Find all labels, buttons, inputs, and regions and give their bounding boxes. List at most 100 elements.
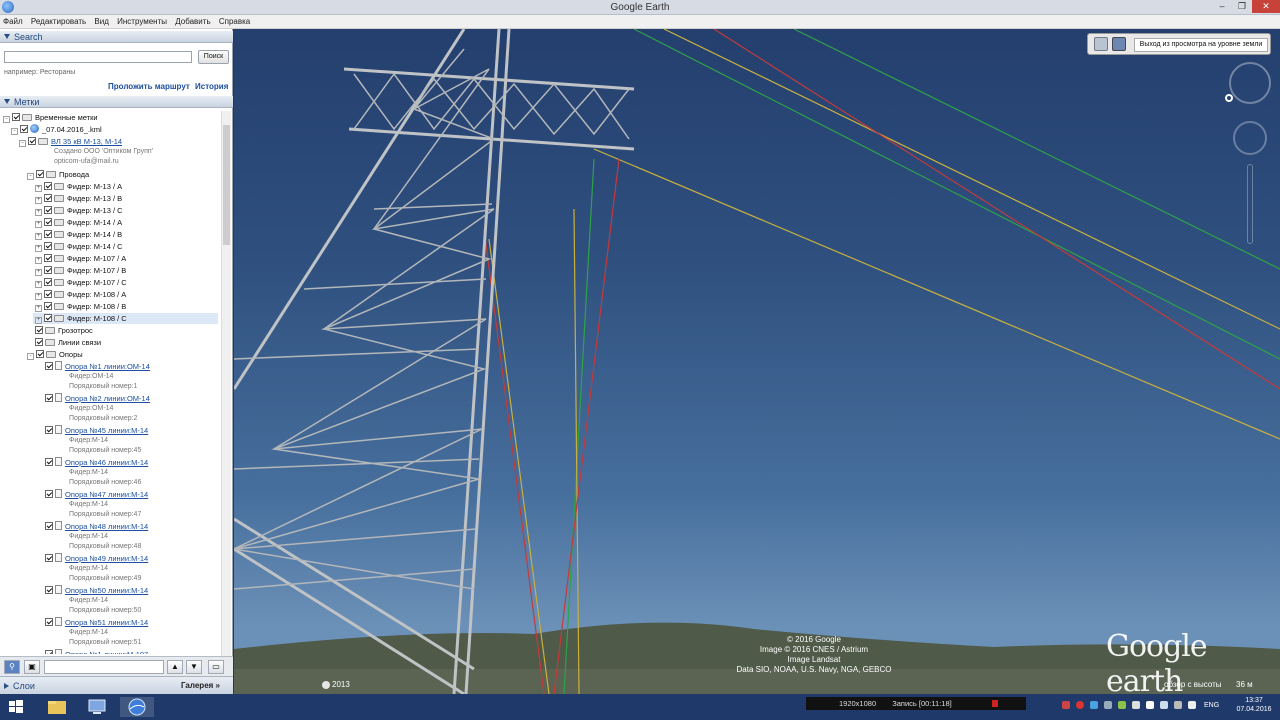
expand-plus-icon[interactable]: + (35, 293, 42, 300)
tray-icon[interactable] (1132, 701, 1140, 709)
expand-minus-icon[interactable]: - (19, 140, 26, 147)
tree-item-support[interactable]: Опора №50 линии:М-14 (45, 585, 148, 596)
expand-minus-icon[interactable]: - (3, 116, 10, 123)
tree-item-support[interactable]: Опора №47 линии:М-14 (45, 489, 148, 500)
menu-tools[interactable]: Инструменты (114, 15, 170, 29)
historical-imagery-icon[interactable] (322, 681, 330, 689)
tree-item-document[interactable]: - ВЛ 35 кВ М-13, М-14 (19, 136, 122, 147)
tree-item-ground-wire[interactable]: Грозотрос (35, 325, 93, 336)
support-link[interactable]: Опора №49 линии:М-14 (65, 554, 148, 563)
history-link[interactable]: История (195, 82, 228, 91)
expand-plus-icon[interactable]: + (35, 317, 42, 324)
exit-ground-view-button[interactable]: Выход из просмотра на уровне земли (1134, 38, 1268, 52)
tree-item-support[interactable]: Опора №1 линии:ОМ-14 (45, 361, 150, 372)
tree-item-feeder[interactable]: + Фидер: М-14 / B (35, 229, 122, 240)
tree-item-temporary[interactable]: - Временные метки (3, 112, 98, 123)
tree-item-feeder[interactable]: + Фидер: М-14 / C (35, 241, 123, 252)
tree-item-feeder[interactable]: + Фидер: М-108 / A (35, 289, 126, 300)
support-link[interactable]: Опора №1 линии:М-107 (65, 650, 148, 654)
tray-icon[interactable] (1118, 701, 1126, 709)
menu-help[interactable]: Справка (216, 15, 253, 29)
checkbox[interactable] (45, 618, 53, 626)
tree-item-kml[interactable]: - _07.04.2016_.kml (11, 124, 102, 135)
support-link[interactable]: Опора №51 линии:М-14 (65, 618, 148, 627)
maximize-button[interactable]: ❐ (1232, 0, 1252, 13)
checkbox[interactable] (44, 242, 52, 250)
expand-plus-icon[interactable]: + (35, 197, 42, 204)
windows-start-icon[interactable] (2, 697, 30, 717)
checkbox[interactable] (44, 182, 52, 190)
route-link[interactable]: Проложить маршрут (108, 82, 190, 91)
support-link[interactable]: Опора №47 линии:М-14 (65, 490, 148, 499)
look-joystick[interactable] (1229, 62, 1271, 104)
tree-item-feeder[interactable]: + Фидер: М-107 / B (35, 265, 126, 276)
flag-icon[interactable] (1146, 701, 1154, 709)
google-earth-taskbar-icon[interactable] (120, 697, 154, 717)
document-link[interactable]: ВЛ 35 кВ М-13, М-14 (51, 137, 122, 146)
system-clock[interactable]: 13:37 07.04.2016 (1230, 696, 1278, 714)
checkbox[interactable] (44, 194, 52, 202)
menu-add[interactable]: Добавить (172, 15, 213, 29)
gallery-button[interactable]: Галерея » (181, 677, 220, 695)
zoom-slider[interactable] (1247, 164, 1253, 244)
move-up-icon[interactable]: ▲ (167, 660, 183, 674)
checkbox[interactable] (44, 206, 52, 214)
expand-plus-icon[interactable]: + (35, 245, 42, 252)
tree-item-feeder[interactable]: + Фидер: М-107 / C (35, 277, 127, 288)
checkbox[interactable] (44, 254, 52, 262)
checkbox[interactable] (45, 522, 53, 530)
tree-folder-wires[interactable]: - Провода (27, 169, 89, 180)
tree-folder-supports[interactable]: - Опоры (27, 349, 83, 360)
support-link[interactable]: Опора №46 линии:М-14 (65, 458, 148, 467)
checkbox[interactable] (44, 314, 52, 322)
volume-icon[interactable] (1174, 701, 1182, 709)
checkbox[interactable] (35, 326, 43, 334)
search-panel-header[interactable]: Search (0, 31, 233, 43)
tree-item-feeder[interactable]: + Фидер: М-107 / A (35, 253, 126, 264)
language-indicator[interactable]: ENG (1204, 702, 1219, 709)
checkbox[interactable] (44, 302, 52, 310)
tray-icon[interactable] (1104, 701, 1112, 709)
tree-item-support[interactable]: Опора №51 линии:М-14 (45, 617, 148, 628)
expand-plus-icon[interactable]: + (35, 257, 42, 264)
checkbox[interactable] (36, 170, 44, 178)
tree-item-feeder[interactable]: + Фидер: М-13 / C (35, 205, 123, 216)
checkbox[interactable] (45, 554, 53, 562)
support-link[interactable]: Опора №50 линии:М-14 (65, 586, 148, 595)
search-input[interactable] (4, 51, 192, 63)
expand-plus-icon[interactable]: + (35, 221, 42, 228)
tree-item-support[interactable]: Опора №48 линии:М-14 (45, 521, 148, 532)
checkbox[interactable] (44, 278, 52, 286)
aerial-view-icon[interactable] (1112, 37, 1126, 51)
checkbox[interactable] (44, 230, 52, 238)
tree-item-support[interactable]: Опора №45 линии:М-14 (45, 425, 148, 436)
person-icon[interactable] (1094, 37, 1108, 51)
expand-minus-icon[interactable]: - (11, 128, 18, 135)
checkbox[interactable] (45, 586, 53, 594)
support-link[interactable]: Опора №45 линии:М-14 (65, 426, 148, 435)
search-button[interactable]: Поиск (198, 50, 229, 64)
network-icon[interactable] (1160, 701, 1168, 709)
tree-item-support[interactable]: Опора №1 линии:М-107 (45, 649, 148, 654)
tree-item-support[interactable]: Опора №49 линии:М-14 (45, 553, 148, 564)
compass-north-icon[interactable] (1225, 94, 1233, 102)
expand-plus-icon[interactable]: + (35, 209, 42, 216)
record-stop-icon[interactable] (992, 700, 998, 707)
expand-minus-icon[interactable]: - (27, 173, 34, 180)
earth-3d-view[interactable]: Выход из просмотра на уровне земли © 201… (234, 29, 1280, 694)
checkbox[interactable] (36, 350, 44, 358)
tree-item-feeder[interactable]: + Фидер: М-13 / A (35, 181, 122, 192)
expand-plus-icon[interactable]: + (35, 281, 42, 288)
tree-item-support[interactable]: Опора №2 линии:ОМ-14 (45, 393, 150, 404)
tree-item-feeder[interactable]: + Фидер: М-108 / B (35, 301, 126, 312)
checkbox[interactable] (20, 125, 28, 133)
battery-icon[interactable] (1188, 701, 1196, 709)
tray-icon[interactable] (1062, 701, 1070, 709)
expand-minus-icon[interactable]: - (27, 353, 34, 360)
menu-edit[interactable]: Редактировать (28, 15, 89, 29)
menu-view[interactable]: Вид (91, 15, 111, 29)
checkbox[interactable] (45, 362, 53, 370)
tree-item-support[interactable]: Опора №46 линии:М-14 (45, 457, 148, 468)
checkbox[interactable] (28, 137, 36, 145)
checkbox[interactable] (45, 650, 53, 654)
